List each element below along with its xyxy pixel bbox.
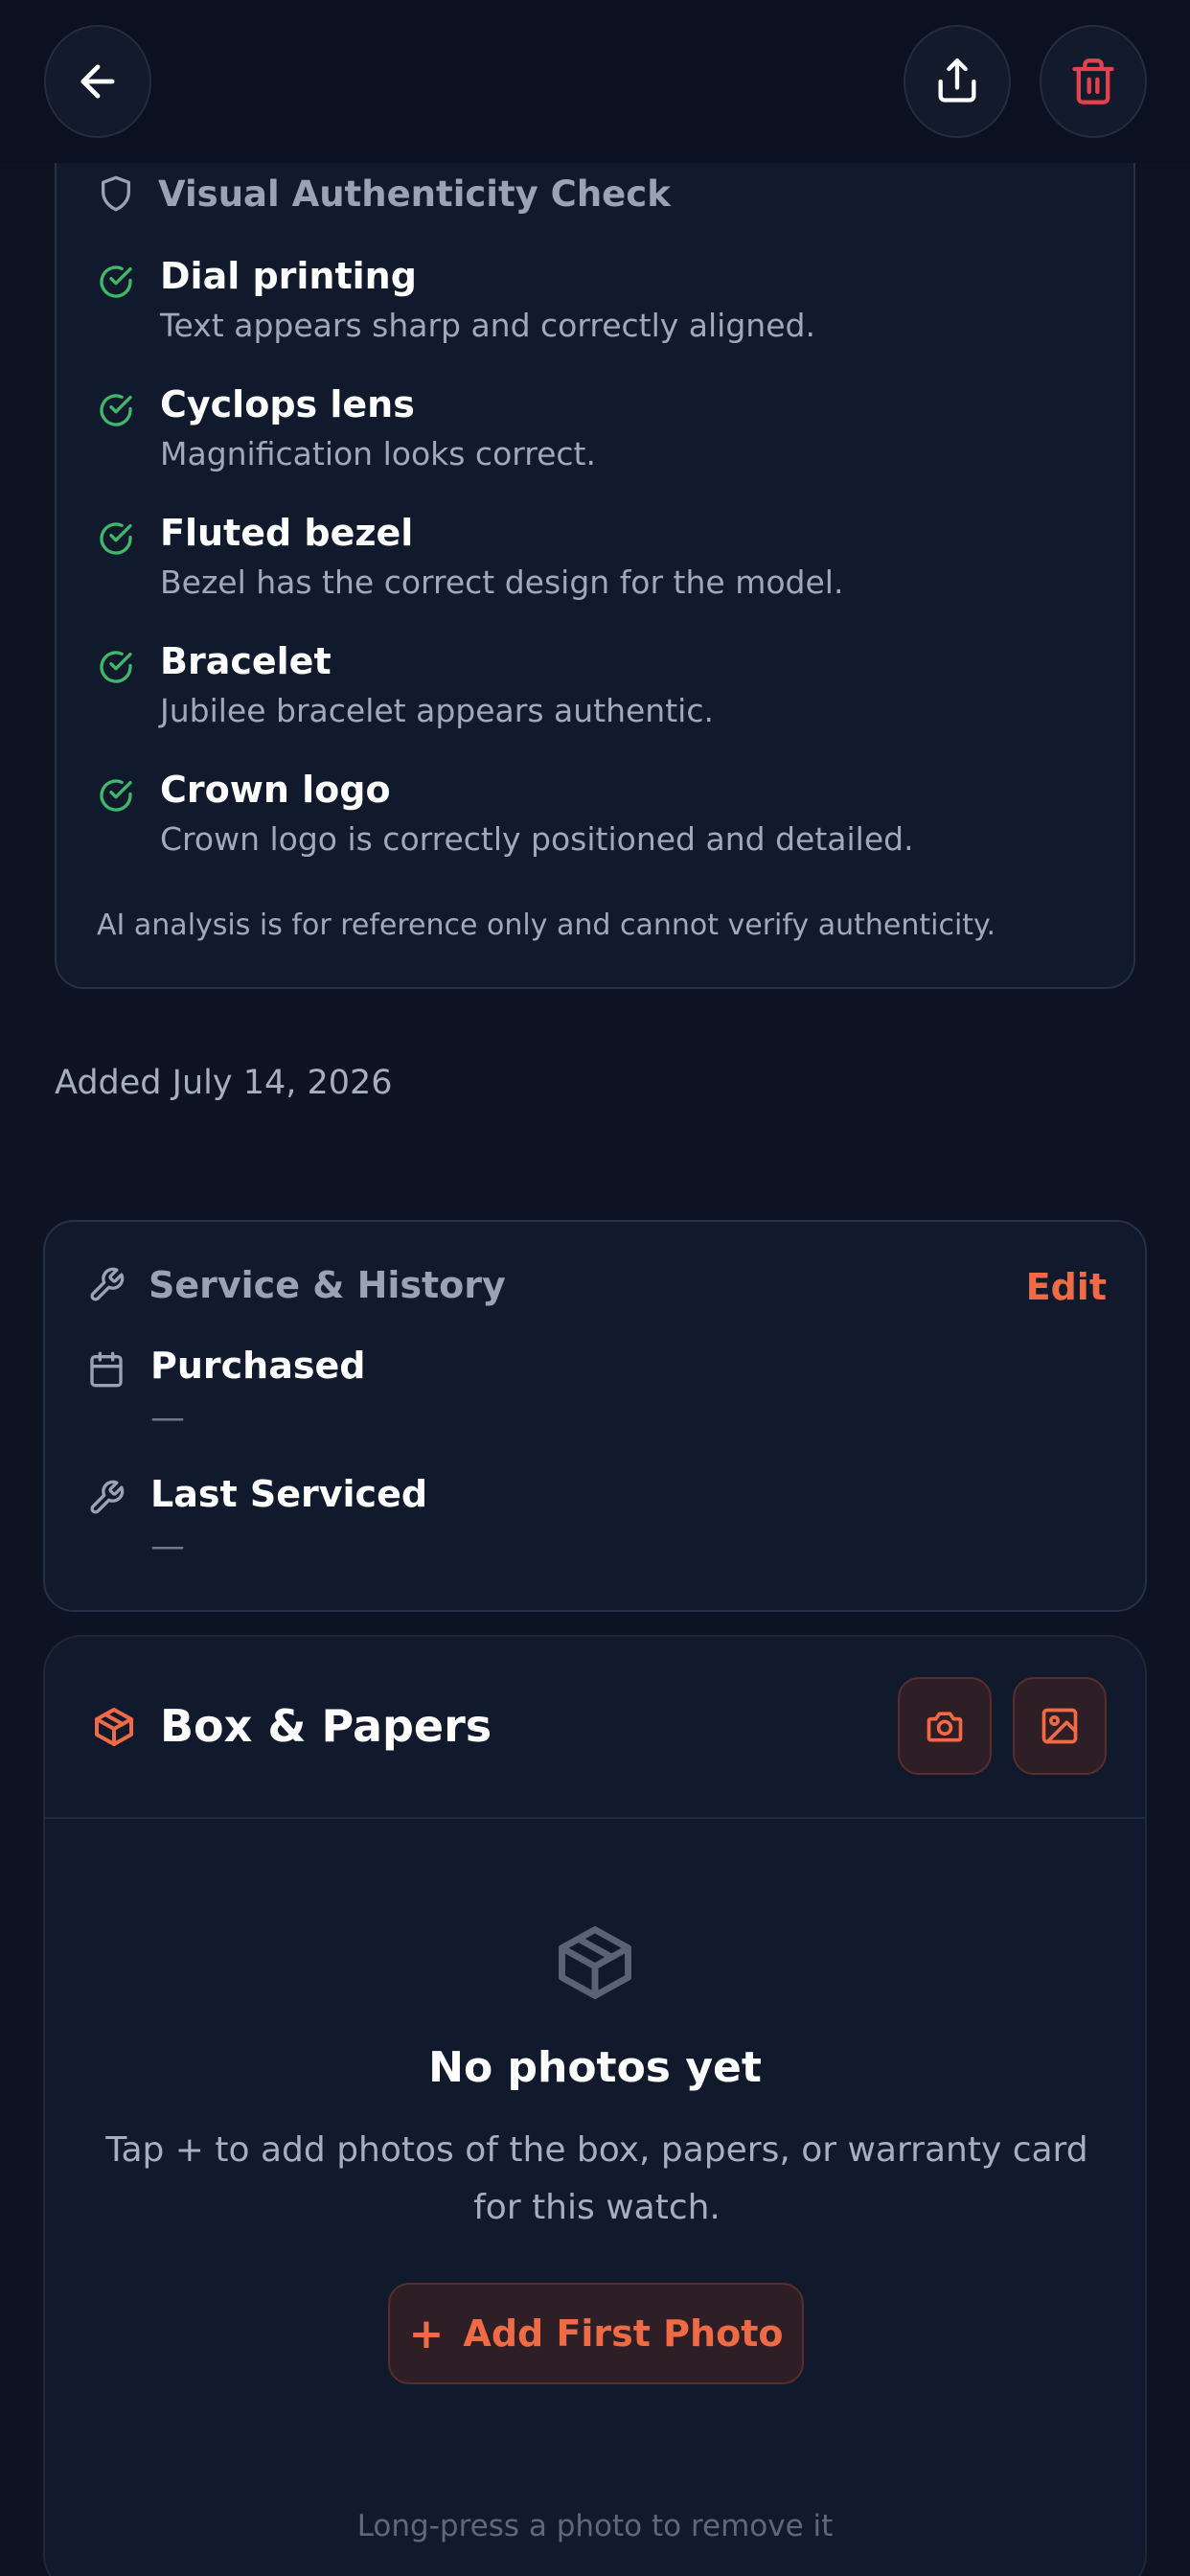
check-circle-icon xyxy=(100,394,132,426)
check-item-title: Fluted bezel xyxy=(160,512,414,554)
check-item-title: Cyclops lens xyxy=(160,383,415,426)
check-item-title: Bracelet xyxy=(160,640,332,682)
edit-service-button[interactable]: Edit xyxy=(1026,1266,1107,1308)
box-papers-header: Box & Papers xyxy=(45,1637,1145,1819)
package-icon xyxy=(95,1708,133,1746)
trash-icon xyxy=(1072,58,1114,104)
authenticity-title: Visual Authenticity Check xyxy=(158,172,671,215)
add-first-photo-button[interactable]: + Add First Photo xyxy=(388,2283,804,2384)
check-circle-icon xyxy=(100,265,132,298)
purchased-label: Purchased xyxy=(150,1345,366,1387)
service-history-card: Service & History Edit Purchased — Last … xyxy=(43,1220,1147,1612)
plus-icon: + xyxy=(408,2309,445,2358)
add-first-photo-label: Add First Photo xyxy=(463,2312,784,2355)
wrench-icon xyxy=(90,1267,125,1301)
share-icon xyxy=(938,58,976,103)
authenticity-card: Visual Authenticity Check Dial printing … xyxy=(55,105,1135,989)
empty-state-title: No photos yet xyxy=(428,2043,762,2092)
check-item-description: Jubilee bracelet appears authentic. xyxy=(160,692,714,729)
check-item-title: Crown logo xyxy=(160,769,391,811)
last-serviced-label: Last Serviced xyxy=(150,1473,428,1515)
last-serviced-value: — xyxy=(150,1527,185,1566)
gallery-button[interactable] xyxy=(1013,1677,1107,1775)
service-title: Service & History xyxy=(149,1264,506,1306)
box-papers-card: Box & Papers No photos yet Tap + to add … xyxy=(43,1635,1147,2576)
camera-icon xyxy=(927,1712,963,1742)
top-bar xyxy=(0,0,1190,163)
check-item-description: Magnification looks correct. xyxy=(160,435,596,472)
purchased-value: — xyxy=(150,1398,185,1438)
added-date: Added July 14, 2026 xyxy=(55,1064,393,1102)
check-circle-icon xyxy=(100,651,132,683)
check-circle-icon xyxy=(100,522,132,555)
image-icon xyxy=(1041,1708,1078,1744)
check-item-description: Bezel has the correct design for the mod… xyxy=(160,564,844,601)
back-button[interactable] xyxy=(44,25,151,138)
check-circle-icon xyxy=(100,779,132,812)
authenticity-header: Visual Authenticity Check xyxy=(97,172,671,215)
watch-detail-screen: Visual Authenticity Check Dial printing … xyxy=(0,0,1190,2576)
shield-icon xyxy=(102,175,130,212)
service-header: Service & History xyxy=(87,1264,506,1306)
check-item-description: Crown logo is correctly positioned and d… xyxy=(160,820,914,858)
box-papers-title: Box & Papers xyxy=(160,1700,492,1752)
ai-disclaimer: AI analysis is for reference only and ca… xyxy=(97,908,996,942)
check-item-description: Text appears sharp and correctly aligned… xyxy=(160,307,815,344)
package-icon xyxy=(559,1926,631,1999)
calendar-icon xyxy=(90,1351,123,1388)
share-button[interactable] xyxy=(904,25,1011,138)
remove-photo-hint: Long-press a photo to remove it xyxy=(356,2509,834,2543)
wrench-icon xyxy=(90,1480,125,1514)
arrow-left-icon xyxy=(80,64,115,99)
camera-button[interactable] xyxy=(898,1677,992,1775)
empty-state-description: Tap + to add photos of the box, papers, … xyxy=(105,2130,1088,2227)
check-item-title: Dial printing xyxy=(160,255,417,297)
delete-button[interactable] xyxy=(1040,25,1147,138)
